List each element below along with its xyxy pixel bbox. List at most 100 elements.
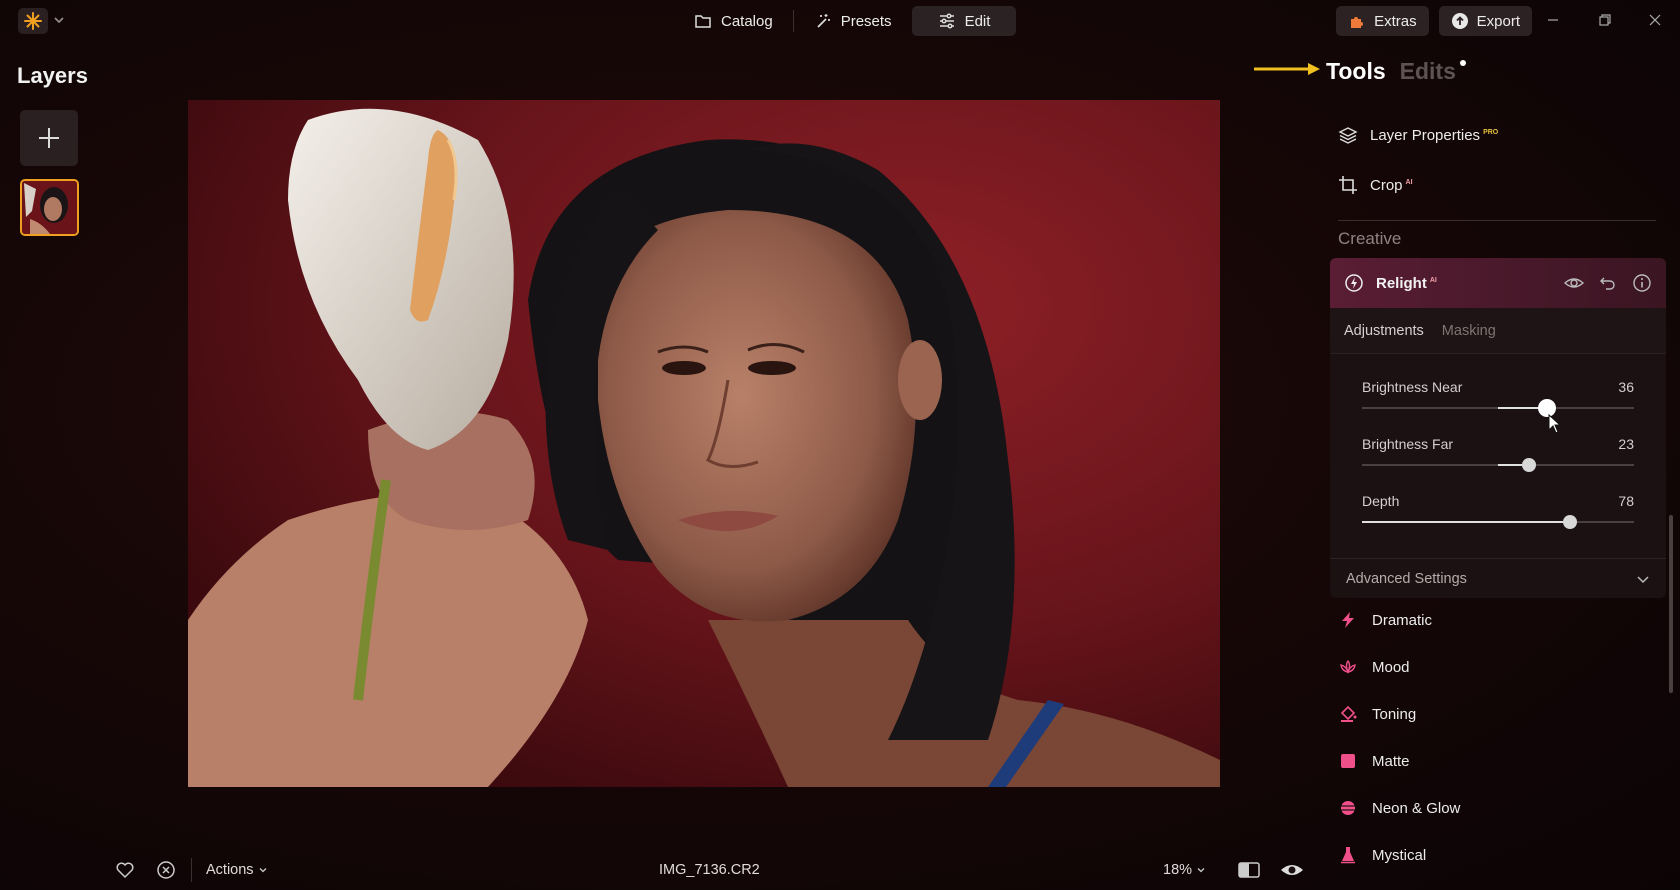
slider-label: Brightness Far bbox=[1362, 436, 1454, 452]
title-bar: Catalog Presets Edit Extras Export bbox=[0, 0, 1680, 44]
relight-panel: Relight AI Adjustments Masking Brightness… bbox=[1330, 258, 1666, 598]
slider-brightness-near: Brightness Near 36 bbox=[1362, 379, 1634, 417]
extras-label: Extras bbox=[1374, 12, 1417, 30]
actions-dropdown[interactable]: Actions bbox=[206, 862, 268, 878]
advanced-settings-label: Advanced Settings bbox=[1346, 570, 1467, 587]
close-icon[interactable] bbox=[1647, 12, 1663, 28]
category-label: Neon & Glow bbox=[1372, 799, 1461, 817]
slider-value[interactable]: 36 bbox=[1618, 379, 1634, 395]
section-divider bbox=[1338, 220, 1656, 221]
upload-icon bbox=[1451, 13, 1468, 29]
slider-track[interactable] bbox=[1362, 399, 1634, 417]
crop-text: Crop bbox=[1370, 176, 1403, 194]
nav-divider bbox=[792, 10, 794, 32]
ai-badge: AI bbox=[1405, 178, 1413, 186]
layers-title: Layers bbox=[17, 63, 88, 88]
chevron-down-icon[interactable] bbox=[52, 13, 66, 27]
category-matte[interactable]: Matte bbox=[1338, 751, 1410, 771]
nav-edit-label: Edit bbox=[964, 12, 991, 30]
tab-masking[interactable]: Masking bbox=[1442, 323, 1496, 339]
layers-icon bbox=[1338, 127, 1358, 144]
relight-header[interactable]: Relight AI bbox=[1330, 258, 1666, 308]
slider-thumb[interactable] bbox=[1563, 515, 1577, 529]
tool-layer-properties[interactable]: Layer Properties PRO bbox=[1338, 125, 1498, 145]
slider-track[interactable] bbox=[1362, 458, 1634, 472]
extras-button[interactable]: Extras bbox=[1336, 6, 1429, 36]
portrait-photo bbox=[188, 100, 1220, 787]
crop-icon bbox=[1339, 176, 1357, 194]
preview-eye-icon[interactable] bbox=[1280, 860, 1304, 880]
potion-icon bbox=[1341, 847, 1355, 864]
lotus-icon bbox=[1340, 659, 1356, 674]
relight-tabs: Adjustments Masking bbox=[1330, 308, 1666, 354]
sparkle-logo-icon bbox=[24, 12, 42, 30]
magic-wand-icon bbox=[817, 14, 830, 28]
zoom-dropdown[interactable]: 18% bbox=[1163, 862, 1206, 878]
layer-thumbnail[interactable] bbox=[20, 179, 79, 236]
zoom-value: 18% bbox=[1163, 862, 1193, 878]
relight-ai-badge: AI bbox=[1429, 276, 1437, 284]
category-neon-glow[interactable]: Neon & Glow bbox=[1338, 798, 1460, 818]
advanced-settings-row[interactable]: Advanced Settings bbox=[1330, 558, 1666, 598]
slider-depth: Depth 78 bbox=[1362, 493, 1634, 529]
restore-icon[interactable] bbox=[1597, 12, 1613, 28]
layer-thumbnail-image bbox=[22, 181, 77, 234]
category-label: Mystical bbox=[1372, 846, 1427, 864]
pro-badge: PRO bbox=[1483, 128, 1499, 136]
chevron-down-icon bbox=[259, 868, 267, 873]
category-label: Toning bbox=[1372, 705, 1417, 723]
tab-tools[interactable]: Tools bbox=[1326, 58, 1386, 85]
category-dramatic[interactable]: Dramatic bbox=[1338, 610, 1432, 630]
tool-layer-properties-label: Layer Properties PRO bbox=[1370, 127, 1498, 144]
lightning-icon bbox=[1342, 612, 1354, 628]
slider-thumb[interactable] bbox=[1522, 458, 1536, 472]
plus-icon bbox=[39, 128, 59, 148]
chevron-down-icon bbox=[1197, 868, 1205, 873]
relight-title: Relight AI bbox=[1376, 275, 1437, 292]
slider-brightness-far: Brightness Far 23 bbox=[1362, 436, 1634, 472]
folder-icon bbox=[695, 15, 711, 28]
category-mood[interactable]: Mood bbox=[1338, 657, 1410, 677]
tab-adjustments[interactable]: Adjustments bbox=[1344, 323, 1424, 339]
nav-catalog-button[interactable]: Catalog bbox=[680, 6, 787, 36]
heart-icon[interactable] bbox=[115, 860, 135, 880]
slider-value[interactable]: 23 bbox=[1618, 436, 1634, 452]
creative-section-title: Creative bbox=[1338, 229, 1402, 248]
nav-presets-label: Presets bbox=[840, 12, 892, 30]
minimize-icon[interactable] bbox=[1545, 12, 1561, 28]
tool-crop[interactable]: Crop AI bbox=[1338, 175, 1413, 195]
slider-fill bbox=[1362, 521, 1570, 523]
reject-icon[interactable] bbox=[156, 860, 176, 880]
add-layer-button[interactable] bbox=[20, 110, 78, 166]
main-nav: Catalog Presets Edit bbox=[680, 6, 1017, 36]
tab-edits[interactable]: Edits bbox=[1399, 58, 1466, 85]
export-button[interactable]: Export bbox=[1438, 6, 1532, 36]
info-icon[interactable] bbox=[1632, 273, 1652, 293]
category-toning[interactable]: Toning bbox=[1338, 704, 1416, 724]
slider-value[interactable]: 78 bbox=[1618, 493, 1634, 509]
relight-bolt-icon bbox=[1345, 274, 1363, 292]
export-label: Export bbox=[1476, 12, 1520, 30]
eye-icon[interactable] bbox=[1564, 273, 1584, 293]
nav-edit-button[interactable]: Edit bbox=[911, 6, 1017, 36]
undo-icon[interactable] bbox=[1598, 273, 1618, 293]
slider-track[interactable] bbox=[1362, 515, 1634, 529]
panel-scrollbar[interactable] bbox=[1669, 515, 1673, 693]
nav-presets-button[interactable]: Presets bbox=[800, 6, 906, 36]
compare-icon[interactable] bbox=[1237, 860, 1261, 880]
top-right-actions: Extras Export bbox=[1336, 6, 1532, 36]
tab-edits-label: Edits bbox=[1399, 58, 1456, 84]
layer-properties-text: Layer Properties bbox=[1370, 126, 1481, 144]
slider-label: Brightness Near bbox=[1362, 379, 1463, 395]
actions-label: Actions bbox=[206, 862, 254, 878]
neon-sphere-icon bbox=[1341, 801, 1355, 815]
relight-title-text: Relight bbox=[1376, 274, 1427, 292]
relight-header-actions bbox=[1564, 273, 1652, 293]
app-logo-button[interactable] bbox=[18, 8, 48, 34]
arrow-annotation-icon bbox=[1254, 63, 1320, 75]
panel-tabs: Tools Edits bbox=[1326, 58, 1466, 85]
category-mystical[interactable]: Mystical bbox=[1338, 845, 1426, 865]
edits-indicator-dot bbox=[1459, 60, 1466, 66]
main-photo-canvas[interactable] bbox=[188, 100, 1220, 787]
filename-label: IMG_7136.CR2 bbox=[659, 862, 760, 878]
